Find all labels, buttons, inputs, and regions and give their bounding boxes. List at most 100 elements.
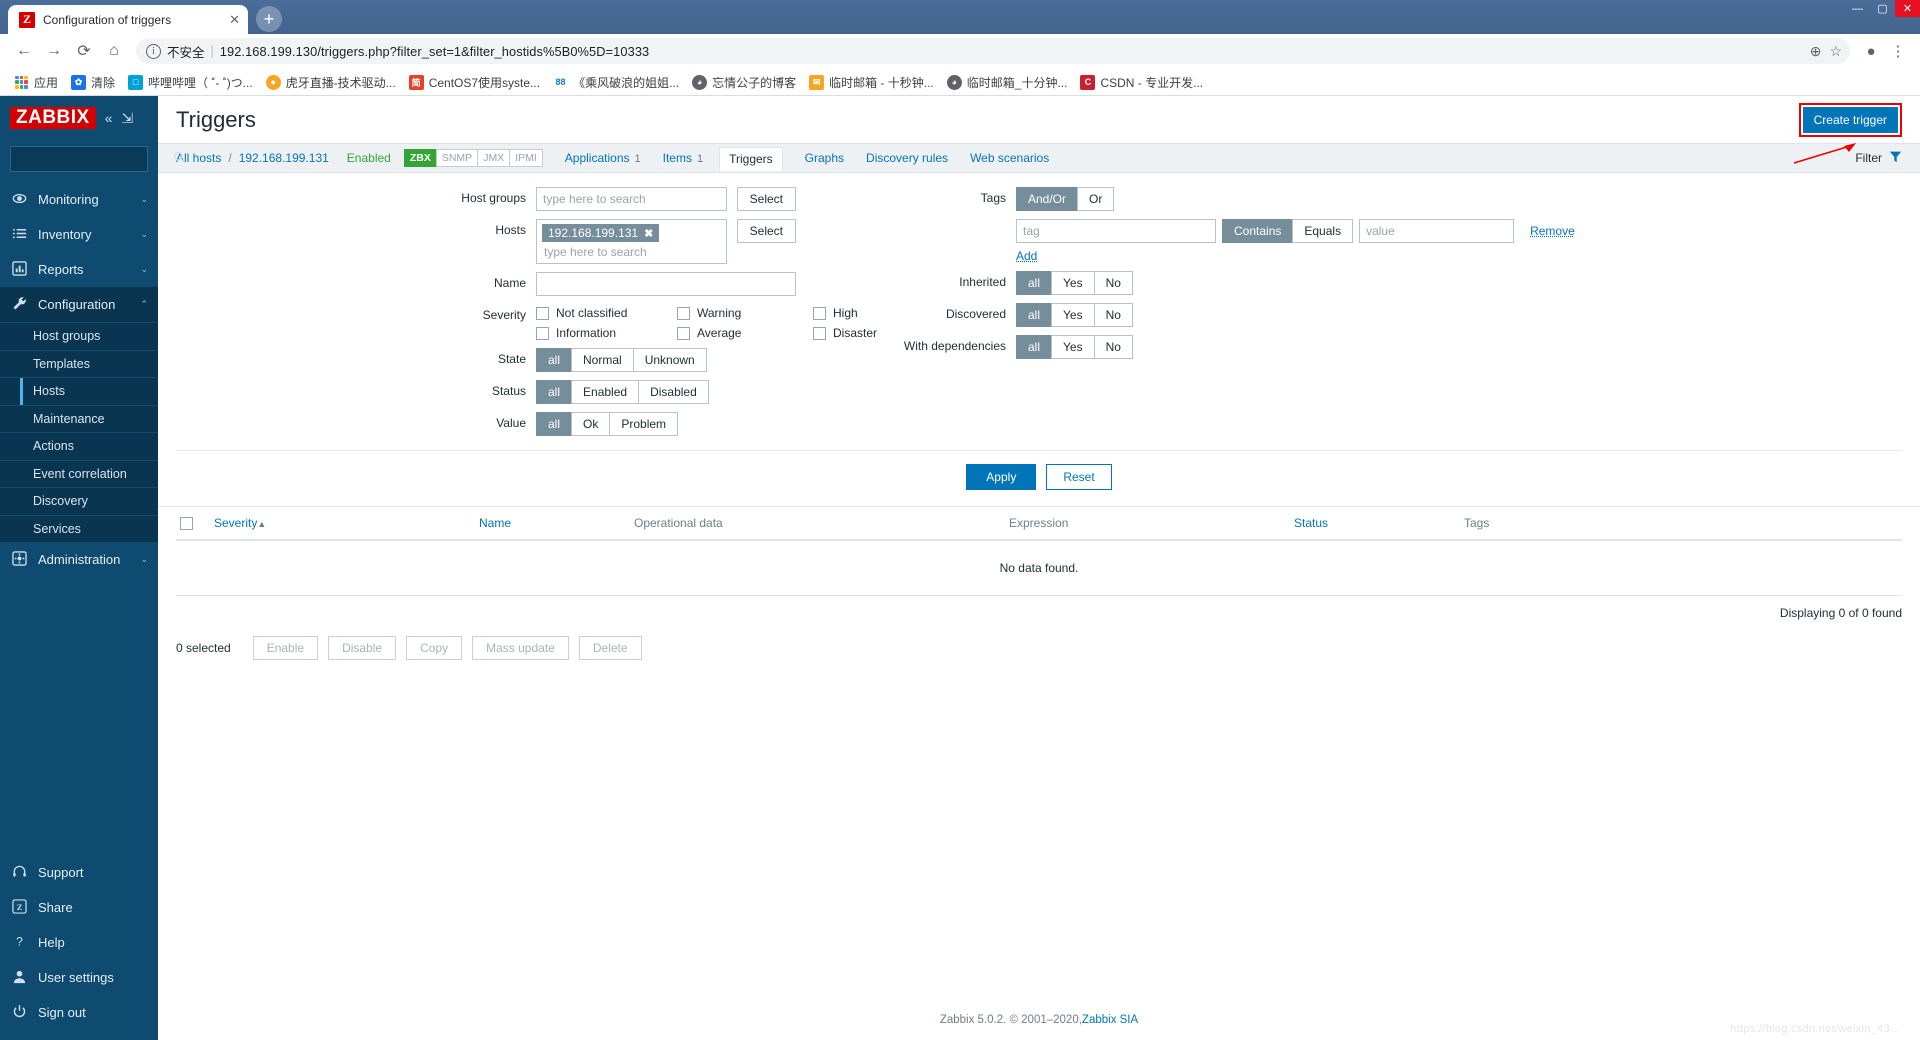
column-status[interactable]: Status [1290, 516, 1460, 530]
tag-match-option-equals[interactable]: Equals [1292, 219, 1354, 243]
tab-applications[interactable]: Applications 1 [565, 151, 641, 165]
discovered-option-all[interactable]: all [1016, 303, 1053, 327]
window-maximize-button[interactable]: ▢ [1870, 0, 1895, 17]
tab-web-scenarios[interactable]: Web scenarios [970, 151, 1049, 165]
chevron-down-icon[interactable]: ⌄ [140, 264, 148, 275]
sidebar-item-user-settings[interactable]: User settings [0, 960, 158, 995]
sidebar-subitem-services[interactable]: Services [0, 514, 158, 543]
sidebar-subitem-discovery[interactable]: Discovery [0, 487, 158, 515]
column-severity[interactable]: Severity▲ [210, 516, 475, 530]
site-info-icon[interactable]: i [146, 43, 161, 59]
sidebar-subitem-event-correlation[interactable]: Event correlation [0, 459, 158, 488]
sidebar-item-sign-out[interactable]: Sign out [0, 995, 158, 1030]
bookmark-item[interactable]: ✿ 清除 [65, 71, 121, 94]
chevron-down-icon[interactable]: ⌄ [140, 229, 148, 240]
select-all-checkbox[interactable] [176, 516, 210, 530]
sidebar-subitem-hosts[interactable]: Hosts [0, 377, 158, 405]
breadcrumb-host[interactable]: 192.168.199.131 [239, 151, 329, 165]
tag-name-input[interactable] [1016, 219, 1216, 243]
zoom-icon[interactable]: ⊕ [1810, 43, 1822, 60]
inherited-option-no[interactable]: No [1093, 271, 1133, 295]
sidebar-search[interactable] [10, 146, 186, 172]
name-input[interactable] [536, 272, 796, 296]
profile-icon[interactable]: ● [1858, 38, 1884, 64]
discovered-option-no[interactable]: No [1093, 303, 1133, 327]
tab-close-icon[interactable]: ✕ [229, 12, 240, 28]
status-option-disabled[interactable]: Disabled [638, 380, 709, 404]
value-option-all[interactable]: all [536, 412, 573, 436]
funnel-icon[interactable] [1889, 150, 1902, 166]
bookmark-item[interactable]: 88 《乘风破浪的姐姐... [547, 71, 685, 94]
tag-match-option-contains[interactable]: Contains [1222, 219, 1294, 243]
sidebar-subitem-maintenance[interactable]: Maintenance [0, 404, 158, 433]
chevron-down-icon[interactable]: ⌄ [140, 194, 148, 205]
forward-icon[interactable]: → [40, 37, 68, 65]
chevron-down-icon[interactable]: ⌃ [140, 299, 148, 310]
new-tab-button[interactable]: + [256, 6, 282, 32]
sidebar-collapse-icon[interactable]: « [105, 110, 113, 126]
sidebar-item-share[interactable]: Z Share [0, 890, 158, 925]
severity-checkbox-information[interactable]: Information [536, 326, 661, 340]
tab-items[interactable]: Items 1 [663, 151, 703, 165]
footer-link[interactable]: Zabbix SIA [1082, 1014, 1138, 1026]
inherited-option-yes[interactable]: Yes [1051, 271, 1095, 295]
tab-triggers[interactable]: Triggers [719, 147, 783, 171]
severity-checkbox-warning[interactable]: Warning [677, 306, 797, 320]
severity-checkbox-average[interactable]: Average [677, 326, 797, 340]
address-bar[interactable]: i 不安全 | 192.168.199.130/triggers.php?fil… [136, 38, 1850, 64]
value-option-problem[interactable]: Problem [609, 412, 679, 436]
mass-action-enable-button[interactable]: Enable [252, 636, 319, 660]
sidebar-item-reports[interactable]: Reports ⌄ [0, 252, 158, 287]
reload-icon[interactable]: ⟳ [70, 37, 98, 65]
tag-remove-link[interactable]: Remove [1530, 224, 1575, 238]
checkbox-icon[interactable] [677, 326, 690, 340]
bookmark-item[interactable]: □ 哔哩哔哩（ ˚- ˚)つ... [122, 71, 259, 94]
host-groups-select-button[interactable]: Select [736, 187, 796, 211]
status-option-all[interactable]: all [536, 380, 573, 404]
reset-button[interactable]: Reset [1046, 464, 1112, 490]
chevron-down-icon[interactable]: ⌄ [140, 554, 148, 565]
mass-action-disable-button[interactable]: Disable [328, 636, 397, 660]
state-option-normal[interactable]: Normal [571, 348, 634, 372]
discovered-option-yes[interactable]: Yes [1051, 303, 1095, 327]
bookmark-item[interactable]: ◕ 忘情公子的博客 [686, 71, 802, 94]
with-dependencies-option-all[interactable]: all [1016, 335, 1053, 359]
bookmark-item[interactable]: 应用 [8, 71, 64, 94]
checkbox-icon[interactable] [536, 306, 549, 320]
state-option-all[interactable]: all [536, 348, 573, 372]
browser-tab[interactable]: Z Configuration of triggers ✕ [8, 5, 248, 34]
with-dependencies-option-no[interactable]: No [1093, 335, 1133, 359]
bookmark-item[interactable]: ✉ 临时邮箱 - 十秒钟... [803, 71, 940, 94]
sidebar-item-monitoring[interactable]: Monitoring ⌄ [0, 182, 158, 217]
filter-toggle[interactable]: Filter [1855, 150, 1902, 166]
sidebar-item-inventory[interactable]: Inventory ⌄ [0, 217, 158, 252]
sidebar-hide-icon[interactable]: ⇲ [122, 110, 134, 127]
zabbix-logo[interactable]: ZABBIX [10, 106, 96, 130]
value-option-ok[interactable]: Ok [571, 412, 611, 436]
sidebar-subitem-host-groups[interactable]: Host groups [0, 322, 158, 350]
mass-action-mass-update-button[interactable]: Mass update [472, 636, 569, 660]
window-minimize-button[interactable]: — [1845, 0, 1870, 17]
tag-value-input[interactable] [1359, 219, 1515, 243]
sidebar-item-support[interactable]: Support [0, 855, 158, 890]
search-input[interactable] [18, 152, 173, 166]
host-groups-input[interactable] [536, 187, 727, 211]
sidebar-item-administration[interactable]: Administration ⌄ [0, 542, 158, 577]
back-icon[interactable]: ← [10, 37, 38, 65]
with-dependencies-option-yes[interactable]: Yes [1051, 335, 1095, 359]
bookmark-item[interactable]: 简 CentOS7使用syste... [403, 71, 546, 94]
tags-operator-option-and-or[interactable]: And/Or [1016, 187, 1079, 211]
tags-operator-option-or[interactable]: Or [1077, 187, 1115, 211]
home-icon[interactable]: ⌂ [100, 37, 128, 65]
sidebar-subitem-templates[interactable]: Templates [0, 349, 158, 378]
browser-menu-icon[interactable]: ⋮ [1886, 38, 1910, 64]
status-option-enabled[interactable]: Enabled [571, 380, 640, 404]
hosts-multiselect[interactable]: 192.168.199.131 ✖ type here to search [536, 219, 727, 264]
tab-graphs[interactable]: Graphs [805, 151, 844, 165]
mass-action-delete-button[interactable]: Delete [578, 636, 642, 660]
bookmark-star-icon[interactable]: ☆ [1829, 43, 1842, 60]
column-name[interactable]: Name [475, 516, 630, 530]
sidebar-subitem-actions[interactable]: Actions [0, 432, 158, 460]
tag-add-link[interactable]: Add [1016, 249, 1575, 263]
checkbox-icon[interactable] [536, 326, 549, 340]
